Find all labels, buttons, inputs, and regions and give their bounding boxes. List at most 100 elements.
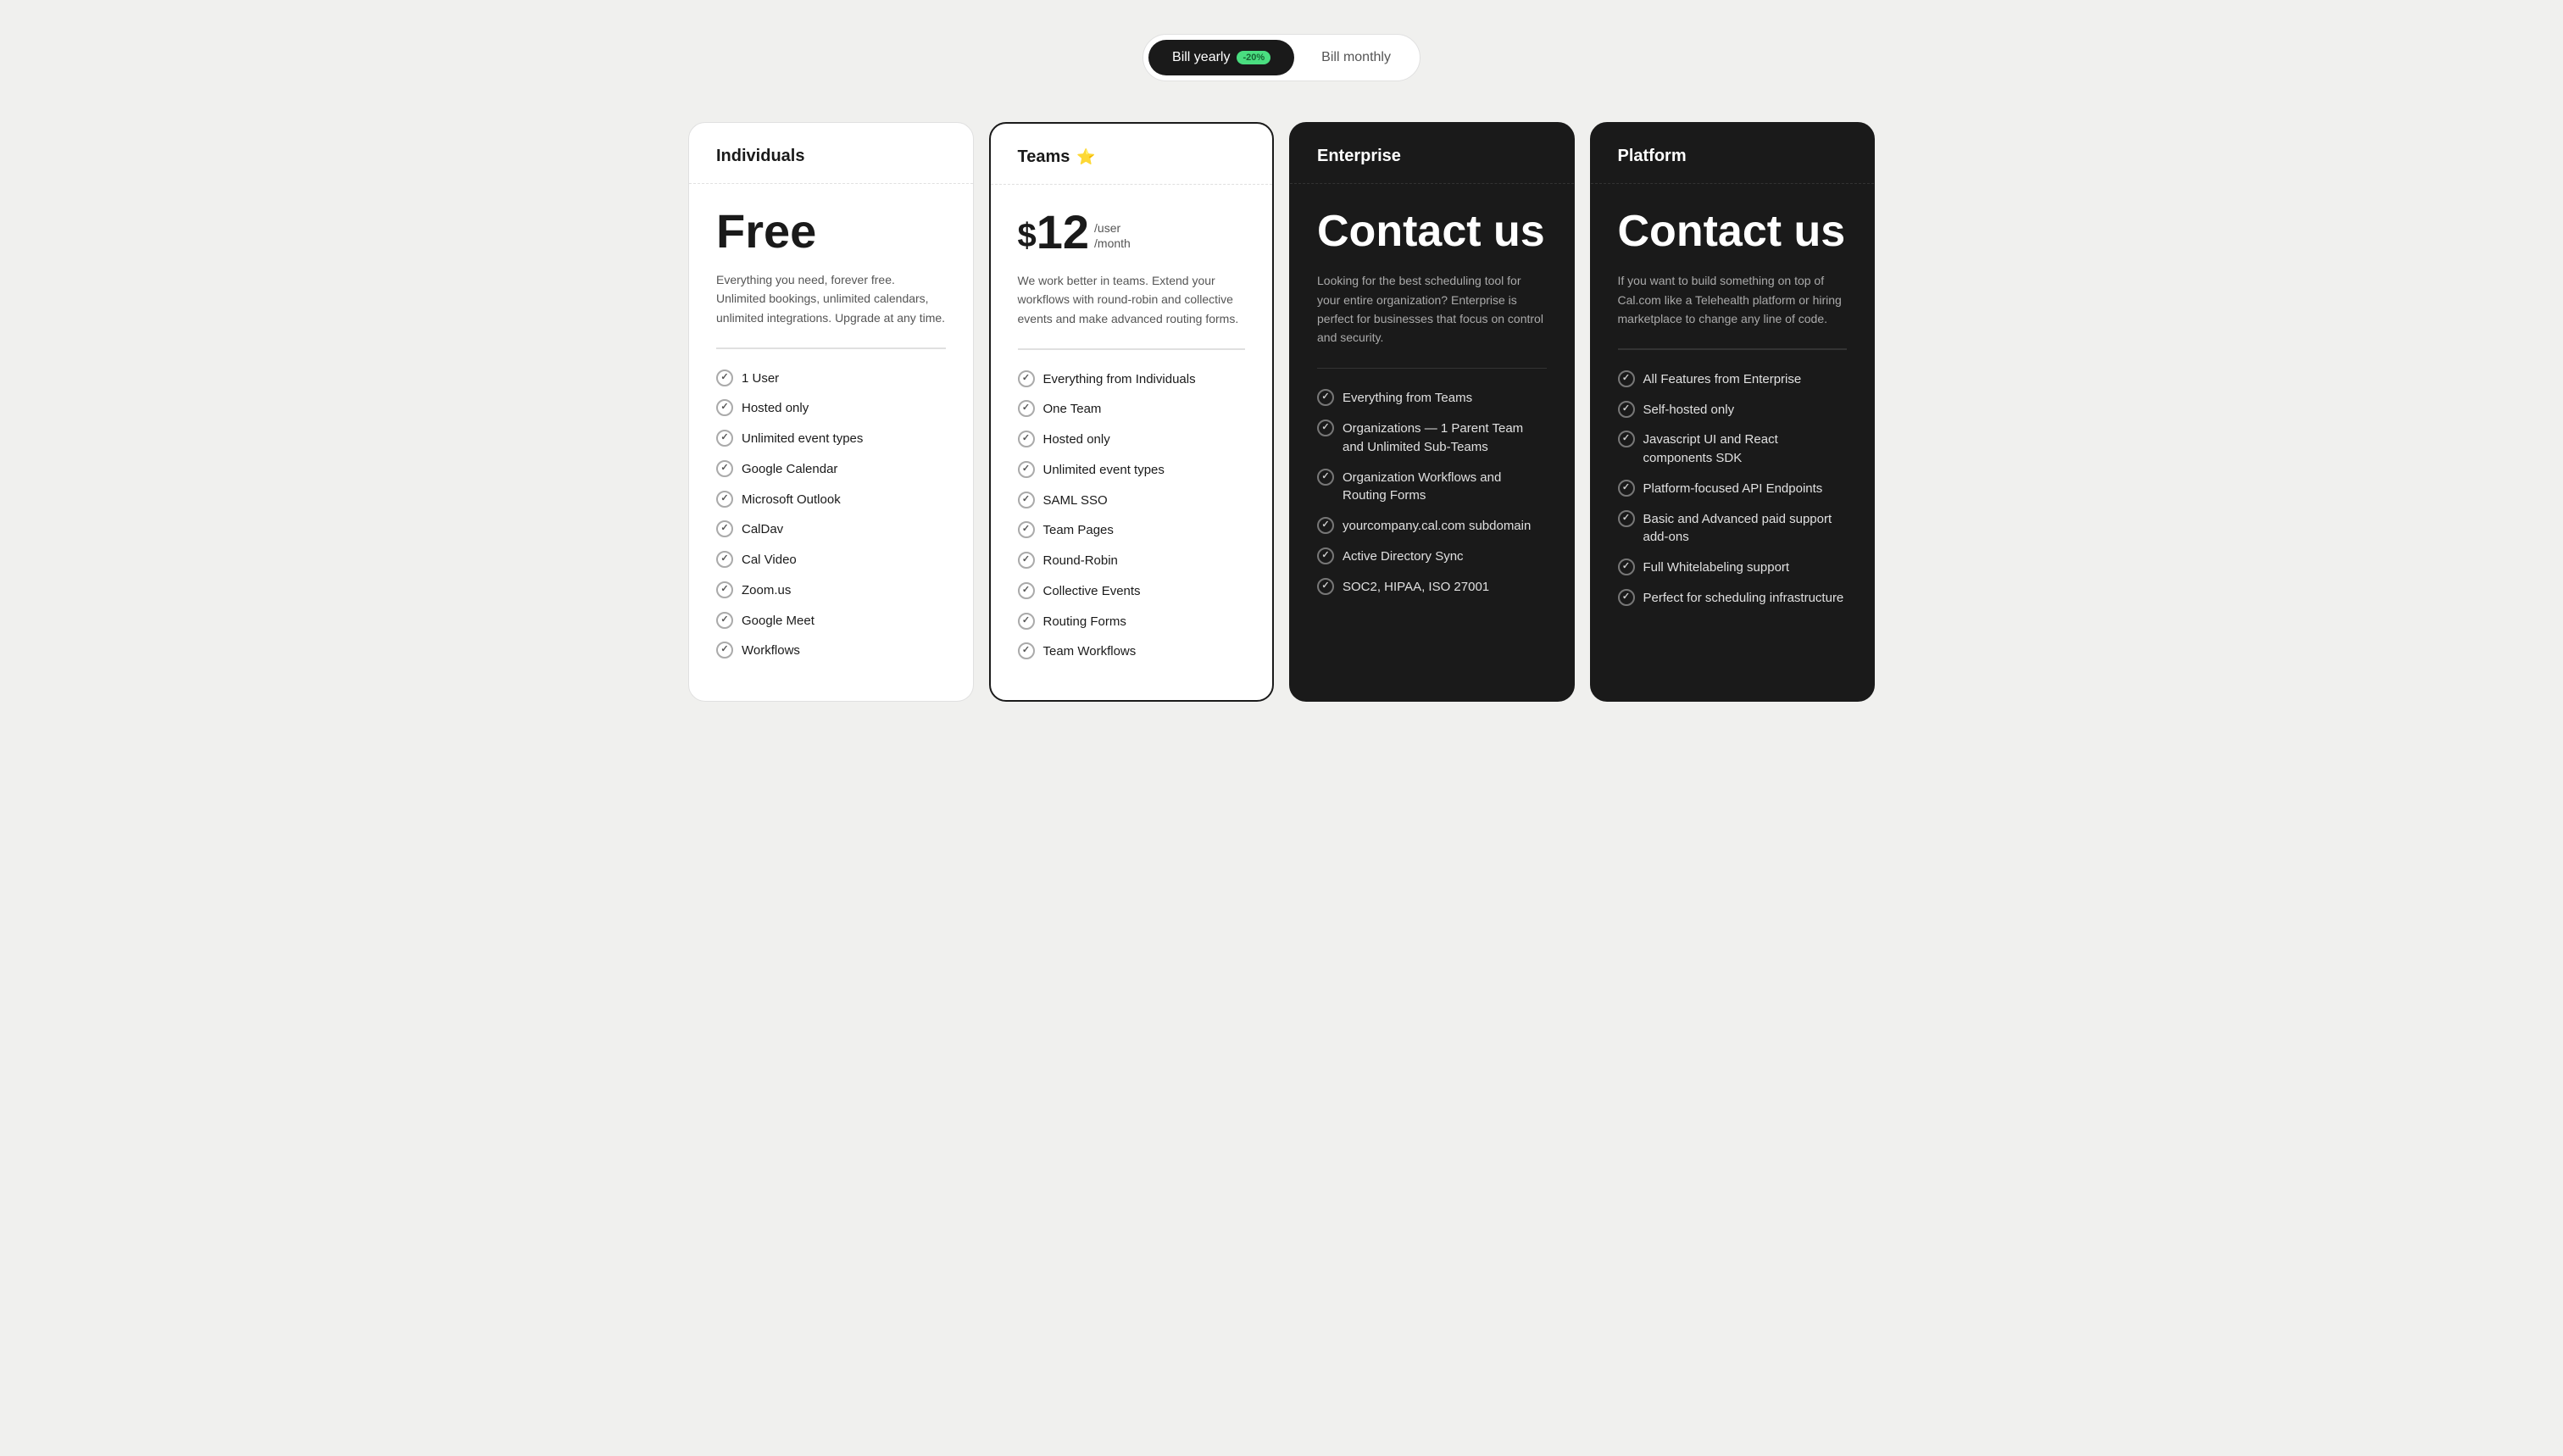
check-tick: ✓ [1622, 560, 1630, 574]
check-icon: ✓ [1018, 431, 1035, 447]
check-icon: ✓ [1018, 642, 1035, 659]
feature-item: ✓ SOC2, HIPAA, ISO 27001 [1317, 578, 1547, 597]
check-tick: ✓ [720, 462, 728, 475]
plan-header-individuals: Individuals [689, 123, 973, 184]
check-icon: ✓ [716, 581, 733, 598]
plan-description-teams: We work better in teams. Extend your wor… [1018, 271, 1246, 328]
check-tick: ✓ [1022, 644, 1030, 658]
check-icon: ✓ [716, 370, 733, 386]
price-dollar-teams: $ [1018, 215, 1037, 256]
feature-item: ✓Full Whitelabeling support [1618, 559, 1848, 577]
feature-label: One Team [1043, 400, 1102, 419]
feature-item: ✓Basic and Advanced paid support add-ons [1618, 510, 1848, 547]
feature-item: ✓Active Directory Sync [1317, 547, 1547, 566]
feature-item: ✓Platform-focused API Endpoints [1618, 480, 1848, 498]
bill-monthly-button[interactable]: Bill monthly [1298, 40, 1415, 75]
check-tick: ✓ [1321, 549, 1329, 563]
check-icon: ✓ [1018, 552, 1035, 569]
feature-item: ✓ Team Workflows [1018, 642, 1246, 661]
feature-item: ✓Collective Events [1018, 582, 1246, 601]
check-tick: ✓ [1022, 553, 1030, 567]
feature-label: Team Pages [1043, 521, 1114, 540]
plan-header-platform: Platform [1591, 123, 1875, 184]
billing-toggle-section: Bill yearly -20% Bill monthly [17, 34, 2546, 81]
check-icon: ✓ [1018, 461, 1035, 478]
check-tick: ✓ [1622, 432, 1630, 446]
check-icon: ✓ [1618, 559, 1635, 575]
price-amount-teams: 12 [1037, 208, 1089, 256]
feature-label: SOC2, HIPAA, ISO 27001 [1343, 578, 1489, 597]
feature-item: ✓ Hosted only [716, 399, 946, 418]
check-icon: ✓ [716, 520, 733, 537]
feature-label: Routing Forms [1043, 613, 1126, 631]
feature-label: Self-hosted only [1643, 401, 1735, 420]
feature-label: Collective Events [1043, 582, 1141, 601]
feature-label: Google Meet [742, 612, 814, 631]
check-icon: ✓ [1317, 578, 1334, 595]
plan-price-section-individuals: FreeEverything you need, forever free. U… [689, 184, 973, 347]
feature-item: ✓Workflows [716, 642, 946, 660]
feature-label: Unlimited event types [742, 430, 863, 448]
check-tick: ✓ [1622, 481, 1630, 495]
feature-label: Hosted only [742, 399, 809, 418]
billing-toggle-container: Bill yearly -20% Bill monthly [1143, 34, 1420, 81]
bill-yearly-button[interactable]: Bill yearly -20% [1148, 40, 1294, 75]
check-tick: ✓ [720, 431, 728, 445]
feature-item: ✓1 User [716, 370, 946, 388]
check-tick: ✓ [1622, 512, 1630, 525]
price-free-individuals: Free [716, 208, 946, 255]
bill-yearly-label: Bill yearly [1172, 50, 1230, 65]
check-icon: ✓ [1018, 492, 1035, 508]
check-icon: ✓ [1317, 517, 1334, 534]
check-tick: ✓ [1321, 580, 1329, 593]
check-tick: ✓ [1022, 402, 1030, 415]
check-tick: ✓ [1321, 391, 1329, 404]
feature-label: Zoom.us [742, 581, 791, 600]
feature-label: Team Workflows [1043, 642, 1137, 661]
plan-card-platform: PlatformContact usIf you want to build s… [1590, 122, 1876, 702]
check-tick: ✓ [1321, 470, 1329, 484]
feature-item: ✓Organizations — 1 Parent Team and Unlim… [1317, 420, 1547, 457]
check-icon: ✓ [1018, 613, 1035, 630]
plan-features-platform: ✓All Features from Enterprise✓Self-hoste… [1591, 350, 1875, 701]
check-tick: ✓ [1321, 519, 1329, 532]
check-icon: ✓ [716, 612, 733, 629]
check-tick: ✓ [720, 522, 728, 536]
feature-label: Microsoft Outlook [742, 491, 841, 509]
check-icon: ✓ [1317, 469, 1334, 486]
check-tick: ✓ [1022, 523, 1030, 536]
feature-item: ✓Self-hosted only [1618, 401, 1848, 420]
feature-label: Round-Robin [1043, 552, 1118, 570]
check-tick: ✓ [1622, 591, 1630, 604]
check-icon: ✓ [716, 551, 733, 568]
plan-name-platform: Platform [1618, 147, 1687, 166]
check-icon: ✓ [1018, 400, 1035, 417]
plan-name-row-individuals: Individuals [716, 147, 946, 166]
plan-description-platform: If you want to build something on top of… [1618, 271, 1848, 328]
check-icon: ✓ [716, 399, 733, 416]
price-per-teams: /user/month [1094, 220, 1131, 251]
plan-name-row-teams: Teams⭐ [1018, 147, 1246, 167]
feature-label: Hosted only [1043, 431, 1110, 449]
plan-header-enterprise: Enterprise [1290, 123, 1574, 184]
check-tick: ✓ [1022, 463, 1030, 476]
feature-label: yourcompany.cal.com subdomain [1343, 517, 1531, 536]
check-tick: ✓ [1022, 493, 1030, 507]
check-tick: ✓ [1022, 372, 1030, 386]
check-icon: ✓ [1618, 589, 1635, 606]
feature-item: ✓ yourcompany.cal.com subdomain [1317, 517, 1547, 536]
check-icon: ✓ [1317, 547, 1334, 564]
check-icon: ✓ [716, 491, 733, 508]
feature-label: Everything from Individuals [1043, 370, 1196, 389]
plan-features-teams: ✓ Everything from Individuals ✓ One Team ✓ Ho… [991, 350, 1273, 701]
bill-monthly-label: Bill monthly [1321, 50, 1391, 65]
plan-name-teams: Teams [1018, 147, 1070, 167]
check-tick: ✓ [1622, 372, 1630, 386]
check-tick: ✓ [720, 614, 728, 627]
check-icon: ✓ [1018, 370, 1035, 387]
feature-item: ✓CalDav [716, 520, 946, 539]
feature-item: ✓ Unlimited event types [716, 430, 946, 448]
feature-label: Everything from Teams [1343, 389, 1472, 408]
check-tick: ✓ [720, 643, 728, 657]
plan-name-row-enterprise: Enterprise [1317, 147, 1547, 166]
